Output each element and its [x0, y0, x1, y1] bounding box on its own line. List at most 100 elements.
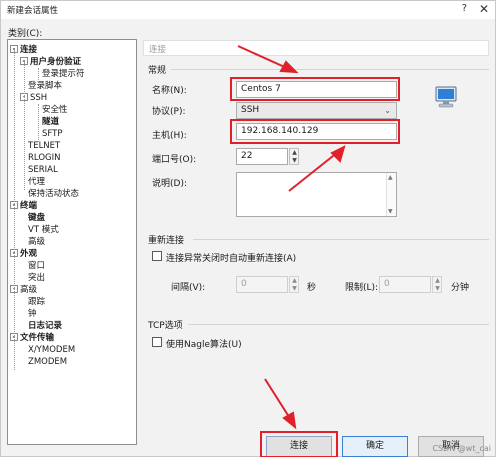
tree-item[interactable]: 窗口	[28, 260, 45, 272]
limit-stepper[interactable]: ▲ ▼	[432, 276, 442, 293]
tree-item[interactable]: X/YMODEM	[28, 344, 75, 356]
scroll-up-icon[interactable]: ▲	[388, 174, 393, 181]
interval-unit: 秒	[307, 283, 317, 293]
tree-item-label: 代理	[28, 177, 46, 187]
tree-item-label: 键盘	[28, 213, 46, 223]
tree-guide-line	[38, 68, 39, 82]
tree-item[interactable]: 突出	[28, 272, 45, 284]
tree-item-label: ZMODEM	[28, 357, 68, 367]
category-label: 类别(C):	[8, 29, 43, 39]
scroll-down-icon[interactable]: ▼	[388, 208, 393, 215]
stepper-up-icon[interactable]: ▲	[434, 277, 441, 284]
stepper-up-icon[interactable]: ▲	[291, 277, 298, 284]
arrow-to-connect-icon	[264, 378, 292, 421]
tree-item[interactable]: SERIAL	[28, 164, 58, 176]
tree-item-label: 高级	[28, 237, 46, 247]
host-label: 主机(H):	[152, 131, 187, 141]
tcp-group-divider	[188, 324, 489, 325]
stepper-down-icon[interactable]: ▼	[434, 285, 441, 292]
port-stepper[interactable]: ▲ ▼	[289, 148, 299, 165]
port-field[interactable]: 22	[236, 148, 288, 165]
tree-item[interactable]: VT 模式	[28, 224, 59, 236]
tree-item-label: 文件传输	[20, 333, 55, 343]
tree-guide-line	[38, 104, 39, 142]
tree-item[interactable]: 登录脚本	[28, 80, 62, 92]
auto-reconnect-checkbox[interactable]	[152, 251, 162, 261]
tree-item-label: 跟踪	[28, 297, 46, 307]
general-group-divider	[171, 69, 489, 70]
tree-item-label: 日志记录	[28, 321, 63, 331]
protocol-label: 协议(P):	[152, 107, 186, 117]
tree-item-label: 钟	[28, 309, 37, 319]
tree-item[interactable]: - 用户身份验证	[20, 56, 81, 68]
tree-item-label: 登录提示符	[42, 69, 85, 79]
session-properties-dialog: 新建会话属性 ? ✕ 类别(C): - 连接 - 用户身份验证 登录提示符 登录脚本 - SS…	[0, 0, 496, 457]
stepper-down-icon[interactable]: ▼	[291, 285, 298, 292]
tree-item[interactable]: TELNET	[28, 140, 60, 152]
tree-item[interactable]: - 文件传输	[10, 332, 54, 344]
tree-guide-line	[24, 62, 25, 190]
host-highlight-box	[230, 119, 400, 144]
tree-item-label: 保持活动状态	[28, 189, 80, 199]
tree-item-label: SSH	[30, 93, 48, 103]
tree-item-label: X/YMODEM	[28, 345, 76, 355]
tree-item[interactable]: 键盘	[28, 212, 45, 224]
chevron-down-icon: ⌄	[384, 106, 391, 115]
tree-item-label: 隧道	[42, 117, 60, 127]
ok-button[interactable]: 确定	[342, 436, 408, 457]
tree-item-label: SERIAL	[28, 165, 58, 175]
tree-item[interactable]: ZMODEM	[28, 356, 67, 368]
close-icon[interactable]: ✕	[479, 2, 489, 16]
limit-field[interactable]: 0	[379, 276, 431, 293]
description-scrollbar[interactable]: ▲ ▼	[386, 173, 396, 216]
reconnect-group-title: 重新连接	[148, 236, 185, 246]
tree-item[interactable]: 高级	[28, 236, 45, 248]
arrow-to-host-head-icon	[330, 145, 346, 163]
stepper-down-icon[interactable]: ▼	[291, 157, 298, 164]
tree-item[interactable]: 隧道	[42, 116, 59, 128]
tree-item-label: RLOGIN	[28, 153, 61, 163]
stepper-up-icon[interactable]: ▲	[291, 149, 298, 156]
limit-unit: 分钟	[451, 283, 470, 293]
interval-field[interactable]: 0	[236, 276, 288, 293]
tree-item-label: 登录脚本	[28, 81, 63, 91]
nagle-label: 使用Nagle算法(U)	[166, 340, 242, 350]
tree-item[interactable]: RLOGIN	[28, 152, 60, 164]
limit-label: 限制(L):	[345, 283, 379, 293]
tree-item[interactable]: 日志记录	[28, 320, 62, 332]
computer-icon	[433, 85, 459, 109]
tree-item-label: 外观	[20, 249, 38, 259]
tree-item[interactable]: 跟踪	[28, 296, 45, 308]
tree-item-label: 高级	[20, 285, 38, 295]
name-label: 名称(N):	[152, 86, 187, 96]
category-tree[interactable]: - 连接 - 用户身份验证 登录提示符 登录脚本 - SSH 安全性 隧道 SFTP TELNET RL…	[7, 39, 137, 445]
tree-item-label: 连接	[20, 45, 38, 55]
tree-item[interactable]: 钟	[28, 308, 37, 320]
tree-item[interactable]: SFTP	[42, 128, 62, 140]
nagle-checkbox[interactable]	[152, 337, 162, 347]
section-header-text: 连接	[149, 45, 167, 55]
tree-item-label: 安全性	[42, 105, 68, 115]
arrow-to-connect-head-icon	[282, 411, 297, 430]
tree-item-label: 终端	[20, 201, 38, 211]
section-header: 连接	[143, 40, 489, 56]
description-label: 说明(D):	[152, 179, 187, 189]
tree-item[interactable]: 代理	[28, 176, 45, 188]
arrow-to-name-head-icon	[279, 60, 299, 74]
tree-item-label: 突出	[28, 273, 46, 283]
tree-item-label: TELNET	[28, 141, 61, 151]
connect-highlight-box	[260, 431, 338, 457]
interval-stepper[interactable]: ▲ ▼	[289, 276, 299, 293]
protocol-select[interactable]: SSH ⌄	[236, 102, 397, 119]
tree-item[interactable]: 安全性	[42, 104, 68, 116]
title-bar: 新建会话属性 ? ✕	[1, 1, 495, 19]
reconnect-group-divider	[193, 239, 489, 240]
protocol-select-value: SSH	[241, 105, 260, 115]
help-icon[interactable]: ?	[462, 3, 467, 14]
tree-item-label: 用户身份验证	[30, 57, 82, 67]
tree-item[interactable]: 保持活动状态	[28, 188, 79, 200]
description-textarea[interactable]: ▲ ▼	[236, 172, 397, 217]
tree-item[interactable]: 登录提示符	[42, 68, 85, 80]
port-label: 端口号(O):	[152, 155, 197, 165]
tree-item-label: VT 模式	[28, 225, 59, 235]
